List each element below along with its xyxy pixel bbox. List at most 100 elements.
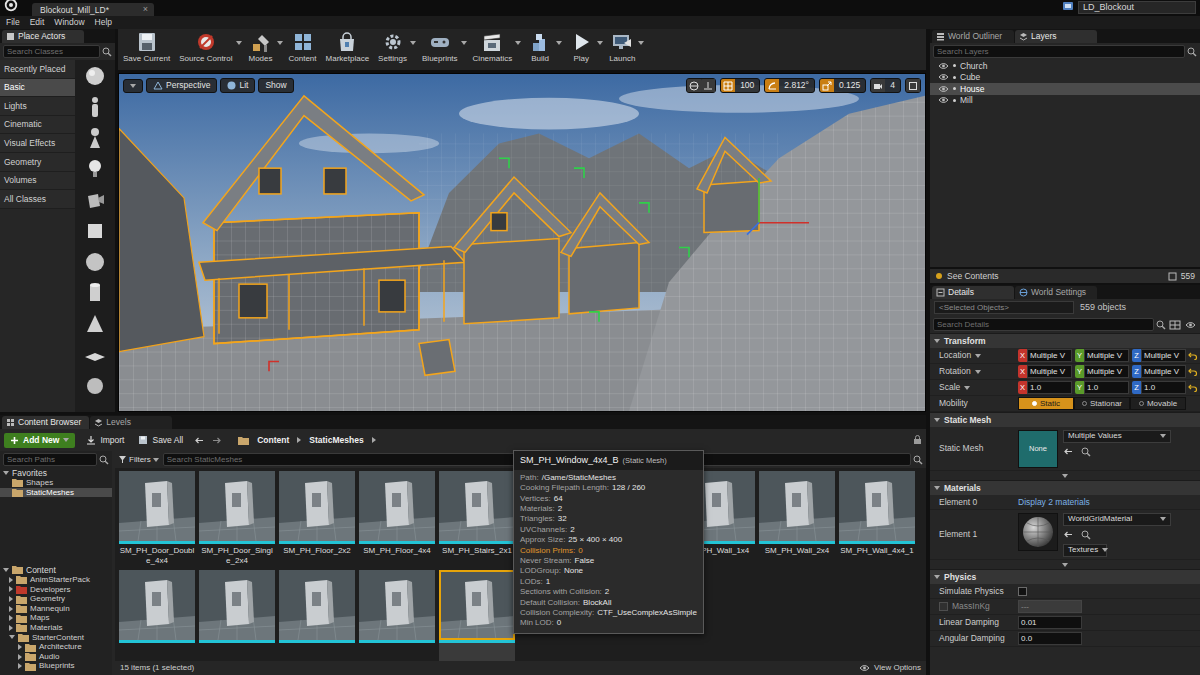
vector-component[interactable]: ZMultiple V: [1132, 365, 1186, 378]
toolbar-button[interactable]: Build: [524, 31, 556, 64]
asset-tile[interactable]: [439, 570, 515, 661]
lock-icon[interactable]: [913, 435, 922, 445]
dropdown-arrow-icon[interactable]: [1102, 548, 1108, 552]
folder-row[interactable]: Materials: [0, 623, 112, 633]
expander[interactable]: [9, 625, 13, 631]
dropdown-arrow-icon[interactable]: [1062, 563, 1068, 567]
grid-view-icon[interactable]: [1169, 320, 1181, 330]
eye-icon[interactable]: [938, 73, 949, 81]
dropdown-arrow-icon[interactable]: [975, 370, 981, 374]
toolbar-button[interactable]: Cinematics: [470, 31, 516, 64]
category-item[interactable]: Volumes: [0, 172, 75, 191]
snap-value[interactable]: 0.125: [834, 80, 865, 90]
menu-item[interactable]: Edit: [30, 17, 45, 27]
section-header[interactable]: Materials: [930, 480, 1200, 495]
collapsed-arrow-icon[interactable]: [9, 596, 13, 602]
dropdown-arrow-icon[interactable]: [638, 41, 644, 45]
favorite-folder[interactable]: Shapes: [0, 478, 112, 488]
sphere-icon[interactable]: [83, 374, 107, 398]
toolbar-button[interactable]: Play: [565, 31, 597, 64]
expander[interactable]: [9, 615, 13, 621]
world-space-box[interactable]: [687, 79, 701, 92]
vector-component[interactable]: XMultiple V: [1018, 365, 1072, 378]
sphere-icon[interactable]: [83, 64, 107, 88]
content-root[interactable]: Content: [0, 565, 112, 575]
layer-row[interactable]: House: [930, 83, 1200, 95]
viewport-scene[interactable]: [119, 74, 925, 411]
dropdown-arrow-icon[interactable]: [1062, 474, 1068, 478]
toolbar-button[interactable]: Content: [286, 31, 320, 64]
favorite-folder[interactable]: StaticMeshes: [0, 488, 112, 498]
see-contents-link[interactable]: See Contents: [947, 271, 999, 281]
snap-toggle[interactable]: [721, 79, 735, 92]
snap-toggle[interactable]: [765, 79, 779, 92]
vector-field[interactable]: Multiple V: [1027, 365, 1072, 378]
snap-value[interactable]: 4: [885, 80, 900, 90]
use-selected-arrow-icon[interactable]: [1063, 447, 1073, 456]
vector-field[interactable]: 1.0: [1027, 381, 1072, 394]
section-toggle[interactable]: [934, 575, 940, 579]
vector-component[interactable]: XMultiple V: [1018, 349, 1072, 362]
expander[interactable]: [9, 606, 13, 612]
toolbar-button[interactable]: Marketplace: [323, 31, 373, 64]
dropdown-arrow-icon[interactable]: [934, 418, 940, 422]
panel-tab[interactable]: World Outliner: [932, 30, 1014, 43]
menu-item[interactable]: Help: [95, 17, 112, 27]
expander[interactable]: [18, 644, 22, 650]
asset-tile[interactable]: [279, 570, 355, 661]
pawn-icon[interactable]: [83, 126, 107, 150]
layer-row[interactable]: Church: [930, 60, 1200, 72]
viewport[interactable]: PerspectiveLitShow1002.812°0.1254: [118, 73, 926, 412]
dropdown-arrow-icon[interactable]: [556, 41, 562, 45]
section-toggle[interactable]: [934, 486, 940, 490]
use-selected-arrow-icon[interactable]: [1063, 530, 1073, 539]
dropdown-arrow-icon[interactable]: [410, 41, 416, 45]
favorites-header[interactable]: Favorites: [0, 468, 112, 478]
vector-component[interactable]: Y1.0: [1075, 381, 1129, 394]
section-header[interactable]: Static Mesh: [930, 412, 1200, 427]
menu-item[interactable]: File: [6, 17, 20, 27]
import-button[interactable]: Import: [83, 434, 127, 446]
cube-icon[interactable]: [83, 219, 107, 243]
override-checkbox[interactable]: [939, 602, 948, 611]
toolbar-button[interactable]: Settings: [375, 31, 410, 64]
toolbar-button[interactable]: Modes: [245, 31, 277, 64]
collapsed-arrow-icon[interactable]: [9, 586, 13, 592]
close-tab-button[interactable]: ×: [143, 4, 148, 15]
collapsed-arrow-icon[interactable]: [9, 606, 13, 612]
view-options-button[interactable]: View Options: [859, 663, 921, 673]
eye-icon[interactable]: [938, 62, 949, 70]
back-arrow-icon[interactable]: [194, 436, 204, 445]
expander[interactable]: [18, 663, 22, 669]
asset-dropdown[interactable]: WorldGridMaterial: [1063, 513, 1171, 526]
section-toggle[interactable]: [934, 418, 940, 422]
collapsed-arrow-icon[interactable]: [18, 644, 22, 650]
filters-button[interactable]: Filters: [118, 455, 159, 465]
asset-dropdown[interactable]: Multiple Values: [1063, 430, 1171, 443]
category-item[interactable]: Recently Placed: [0, 60, 75, 79]
viewport-options-button[interactable]: [123, 79, 143, 93]
dropdown-arrow-icon[interactable]: [236, 41, 242, 45]
dropdown-arrow-icon[interactable]: [3, 471, 9, 475]
panel-tab[interactable]: Content Browser: [2, 416, 89, 429]
maximize-button[interactable]: [905, 78, 921, 93]
reset-arrow-icon[interactable]: [1188, 367, 1198, 376]
folder-row[interactable]: Developers: [0, 585, 112, 595]
search-field[interactable]: [3, 453, 97, 466]
dropdown-arrow-icon[interactable]: [153, 458, 159, 462]
eye-icon[interactable]: [938, 85, 949, 93]
expander[interactable]: [3, 568, 9, 572]
expander[interactable]: [3, 471, 9, 475]
project-name[interactable]: LD_Blockout: [1078, 1, 1196, 14]
maximize-box[interactable]: [906, 79, 920, 92]
textures-dropdown[interactable]: Textures: [1063, 544, 1107, 557]
asset-tile[interactable]: SM_PH_Floor_2x2: [279, 471, 355, 566]
asset-thumbnail[interactable]: None: [1018, 430, 1058, 468]
toolbar-button[interactable]: Blueprints: [419, 31, 461, 64]
expander[interactable]: [9, 586, 13, 592]
dropdown-arrow-icon[interactable]: [934, 339, 940, 343]
toolbar-button[interactable]: Save Current: [120, 31, 173, 64]
property-checkbox[interactable]: [1018, 587, 1027, 596]
category-item[interactable]: Basic: [0, 79, 75, 98]
breadcrumb-item[interactable]: StaticMeshes: [309, 435, 363, 445]
